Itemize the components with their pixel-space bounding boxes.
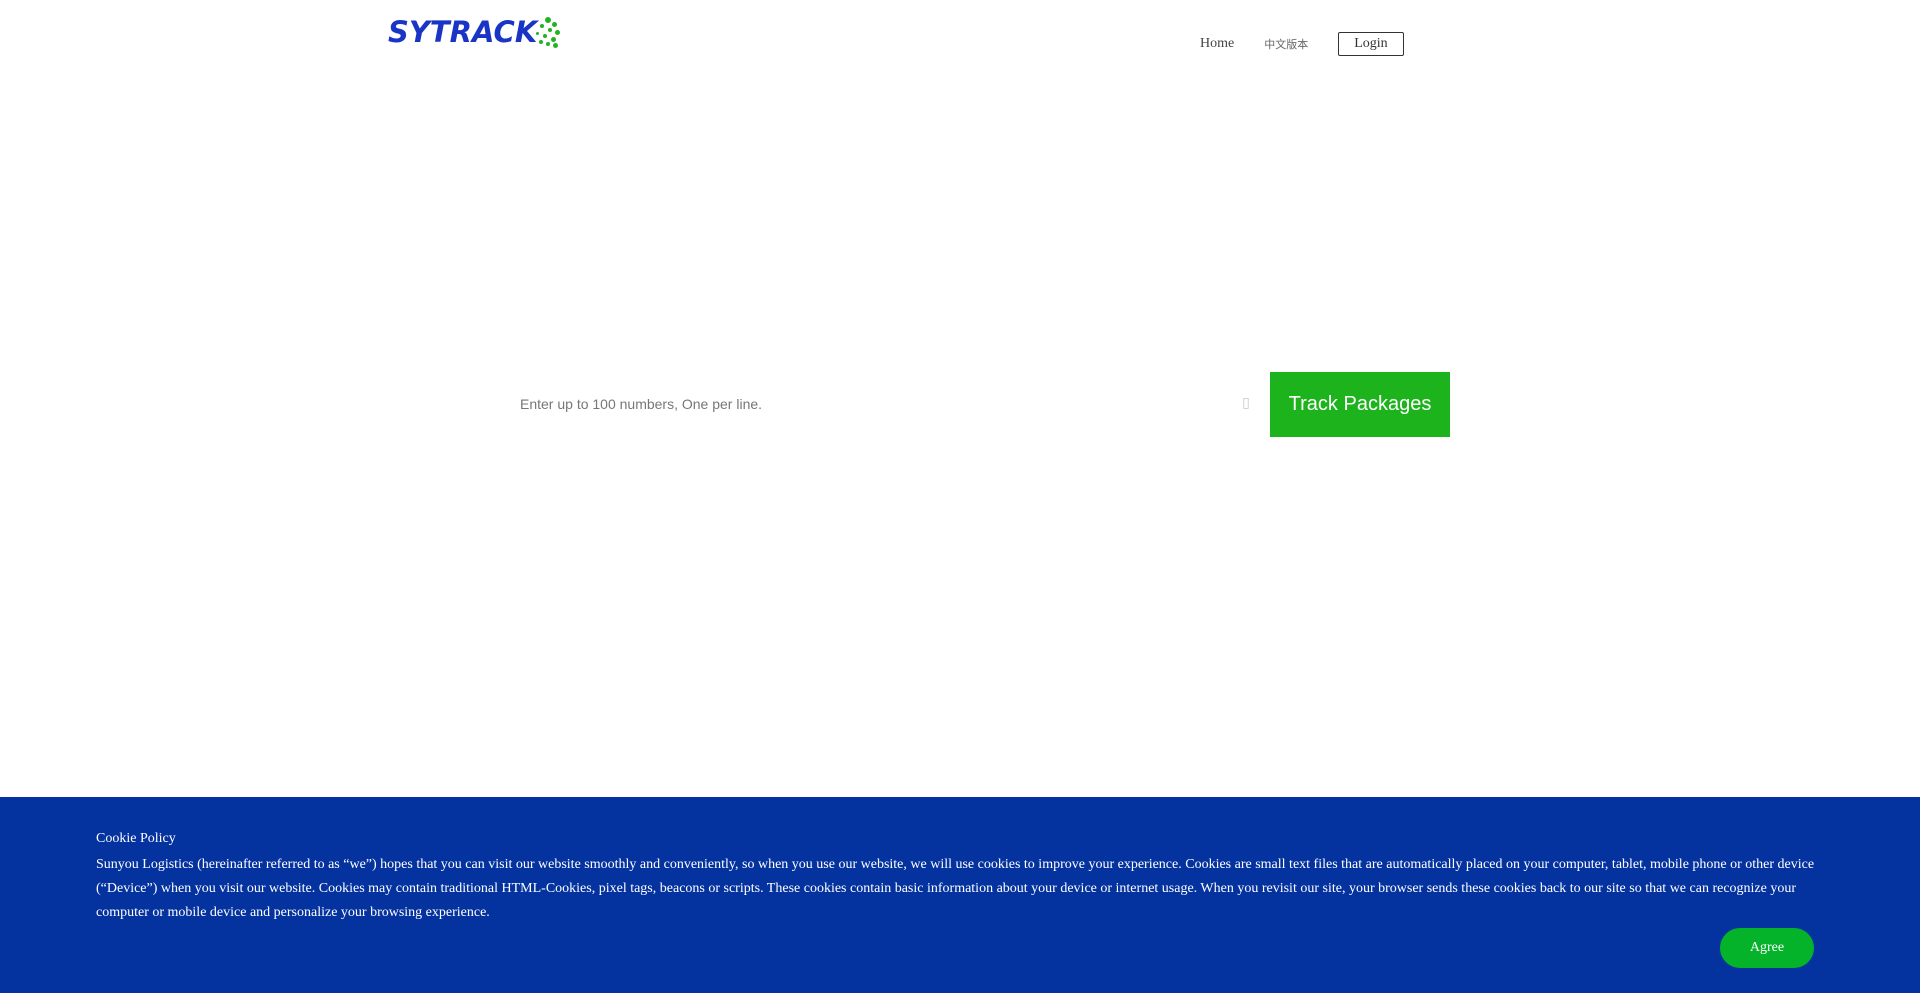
sytrack-logo[interactable]: SYTRACK <box>388 14 561 50</box>
logo-dots-icon <box>531 16 561 48</box>
tracking-search: ▯ <box>503 372 1270 436</box>
tracking-number-input[interactable] <box>503 372 1270 436</box>
cookie-policy-text: Sunyou Logistics (hereinafter referred t… <box>96 857 1815 920</box>
track-packages-button[interactable]: Track Packages <box>1270 372 1450 437</box>
close-icon[interactable]: ▯ <box>1240 394 1252 412</box>
agree-button[interactable]: Agree <box>1720 928 1814 968</box>
main-nav: Home 中文版本 Login <box>1200 30 1404 58</box>
site-header: SYTRACK Home 中文版本 Login <box>0 0 1920 80</box>
cookie-policy-title: Cookie Policy <box>96 831 176 846</box>
login-button[interactable]: Login <box>1338 32 1404 56</box>
nav-language-link[interactable]: 中文版本 <box>1264 36 1308 52</box>
cookie-banner: Cookie Policy Sunyou Logistics (hereinaf… <box>0 797 1920 993</box>
logo-text: SYTRACK <box>388 15 538 49</box>
nav-home-link[interactable]: Home <box>1200 36 1234 52</box>
